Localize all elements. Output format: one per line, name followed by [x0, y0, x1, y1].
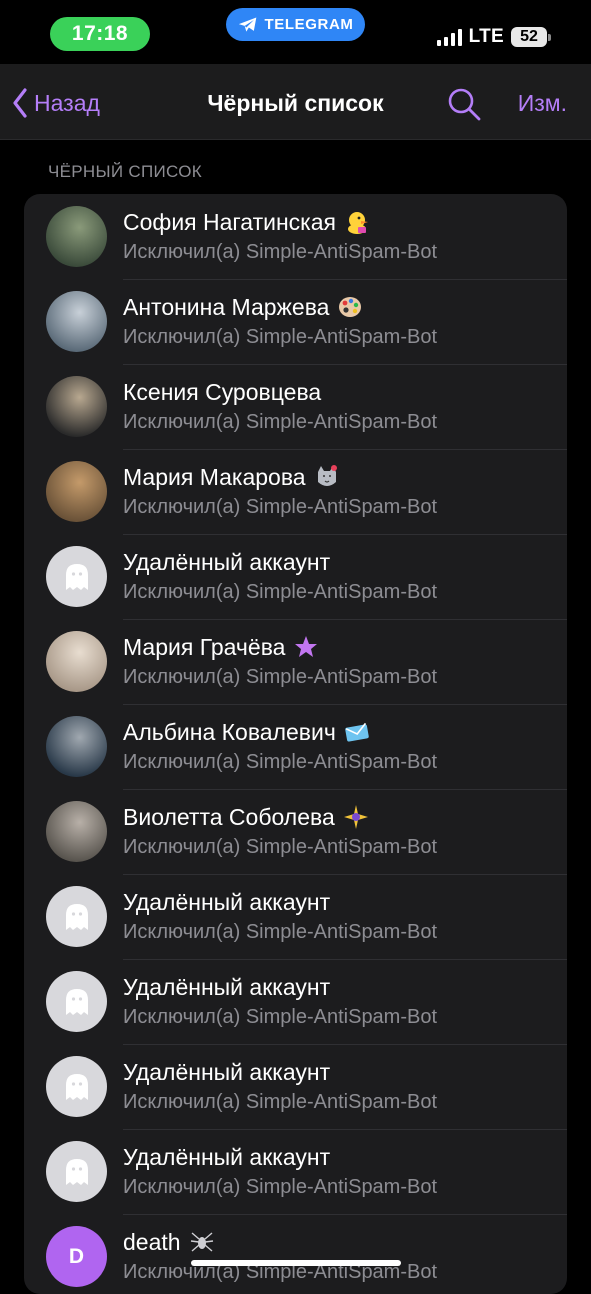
user-name: Удалённый аккаунт: [123, 547, 557, 577]
blocked-user-row[interactable]: Ксения Суровцева Исключил(а) Simple-AntiS…: [24, 364, 567, 449]
user-name-text: death: [123, 1228, 181, 1255]
ghost-icon: [65, 563, 88, 590]
nav-bar: Назад Чёрный список Изм.: [0, 64, 591, 140]
user-name: Ксения Суровцева: [123, 377, 557, 407]
battery-level: 52: [511, 27, 547, 47]
duck-icon: [344, 209, 370, 235]
search-button[interactable]: [446, 86, 482, 122]
user-name: Виолетта Соболева: [123, 802, 557, 832]
user-name-text: София Нагатинская: [123, 208, 336, 235]
deleted-account-avatar: [46, 971, 107, 1032]
avatar-photo: [46, 461, 107, 522]
signal-icon: [436, 28, 462, 46]
ghost-icon: [65, 1158, 88, 1185]
ghost-icon: [65, 988, 88, 1015]
sparkle-icon: [343, 804, 369, 830]
blocked-user-row[interactable]: Удалённый аккаунт Исключил(а) Simple-Anti…: [24, 959, 567, 1044]
user-name-text: Виолетта Соболева: [123, 803, 335, 830]
avatar-photo: [46, 206, 107, 267]
status-time: 17:18: [50, 17, 150, 51]
avatar-photo: [46, 716, 107, 777]
user-name-text: Удалённый аккаунт: [123, 1058, 331, 1085]
blocked-user-row[interactable]: Мария Грачёва Исключил(а) Simple-AntiSpam…: [24, 619, 567, 704]
telegram-icon: [238, 17, 256, 32]
user-name: Удалённый аккаунт: [123, 887, 557, 917]
user-name: Мария Макарова: [123, 462, 557, 492]
blocked-user-row[interactable]: Удалённый аккаунт Исключил(а) Simple-Anti…: [24, 1129, 567, 1214]
star-icon: [293, 634, 319, 660]
blocked-list: София Нагатинская Исключил(а) Simple-Anti…: [24, 194, 567, 1294]
avatar-photo: [46, 801, 107, 862]
removed-by-label: Исключил(а) Simple-AntiSpam-Bot: [123, 1006, 438, 1028]
deleted-account-avatar: [46, 1141, 107, 1202]
removed-by-label: Исключил(а) Simple-AntiSpam-Bot: [123, 581, 438, 603]
blocked-user-row[interactable]: Удалённый аккаунт Исключил(а) Simple-Anti…: [24, 1044, 567, 1129]
deleted-account-avatar: [46, 1056, 107, 1117]
back-button[interactable]: Назад: [12, 86, 100, 120]
user-name: София Нагатинская: [123, 207, 557, 237]
telegram-pill[interactable]: TELEGRAM: [226, 8, 365, 41]
home-indicator[interactable]: [191, 1260, 401, 1266]
ghost-icon: [65, 903, 88, 930]
cat-icon: [314, 464, 340, 490]
blocked-user-row[interactable]: Альбина Ковалевич Исключил(а) Simple-Anti…: [24, 704, 567, 789]
user-name: Удалённый аккаунт: [123, 1057, 557, 1087]
search-icon: [448, 88, 481, 121]
status-bar: 17:18 TELEGRAM LTE 52: [0, 0, 591, 64]
removed-by-label: Исключил(а) Simple-AntiSpam-Bot: [123, 751, 438, 773]
deleted-account-avatar: [46, 886, 107, 947]
user-name: Альбина Ковалевич: [123, 717, 557, 747]
blocked-user-row[interactable]: Мария Макарова Исключил(а) Simple-AntiSpa…: [24, 449, 567, 534]
user-name-text: Удалённый аккаунт: [123, 548, 331, 575]
chevron-left-icon: [13, 88, 27, 118]
section-header: ЧЁРНЫЙ СПИСОК: [48, 162, 202, 181]
avatar-photo: [46, 291, 107, 352]
removed-by-label: Исключил(а) Simple-AntiSpam-Bot: [123, 836, 438, 858]
user-name: death: [123, 1227, 557, 1257]
user-name-text: Альбина Ковалевич: [123, 718, 336, 745]
blocked-user-row[interactable]: Антонина Маржева Исключил(а) Simple-AntiS…: [24, 279, 567, 364]
back-label: Назад: [34, 89, 100, 116]
removed-by-label: Исключил(а) Simple-AntiSpam-Bot: [123, 921, 438, 943]
user-name-text: Удалённый аккаунт: [123, 888, 331, 915]
network-label: LTE: [468, 26, 504, 47]
user-name-text: Мария Грачёва: [123, 633, 286, 660]
user-name-text: Удалённый аккаунт: [123, 1143, 331, 1170]
blocked-user-row[interactable]: Ddeath Исключил(а) Simple-AntiSpam-Bot: [24, 1214, 567, 1294]
user-name-text: Ксения Суровцева: [123, 378, 322, 405]
user-name-text: Антонина Маржева: [123, 293, 330, 320]
user-name: Мария Грачёва: [123, 632, 557, 662]
blocked-user-row[interactable]: София Нагатинская Исключил(а) Simple-Anti…: [24, 194, 567, 279]
removed-by-label: Исключил(а) Simple-AntiSpam-Bot: [123, 1176, 438, 1198]
battery-icon: 52: [511, 27, 551, 47]
letter-avatar: D: [46, 1226, 107, 1287]
blocked-user-row[interactable]: Удалённый аккаунт Исключил(а) Simple-Anti…: [24, 534, 567, 619]
palette-icon: [337, 294, 363, 320]
avatar-letter: D: [68, 1244, 85, 1268]
removed-by-label: Исключил(а) Simple-AntiSpam-Bot: [123, 1091, 438, 1113]
edit-button[interactable]: Изм.: [518, 90, 567, 117]
ghost-icon: [65, 1073, 88, 1100]
user-name-text: Удалённый аккаунт: [123, 973, 331, 1000]
removed-by-label: Исключил(а) Simple-AntiSpam-Bot: [123, 666, 438, 688]
avatar-photo: [46, 376, 107, 437]
deleted-account-avatar: [46, 546, 107, 607]
user-name: Удалённый аккаунт: [123, 1142, 557, 1172]
removed-by-label: Исключил(а) Simple-AntiSpam-Bot: [123, 496, 438, 518]
removed-by-label: Исключил(а) Simple-AntiSpam-Bot: [123, 241, 438, 263]
removed-by-label: Исключил(а) Simple-AntiSpam-Bot: [123, 326, 438, 348]
user-name-text: Мария Макарова: [123, 463, 306, 490]
avatar-photo: [46, 631, 107, 692]
user-name: Антонина Маржева: [123, 292, 557, 322]
blocked-user-row[interactable]: Виолетта Соболева Исключил(а) Simple-Anti…: [24, 789, 567, 874]
spider-icon: [189, 1229, 215, 1255]
telegram-pill-label: TELEGRAM: [264, 16, 354, 33]
user-name: Удалённый аккаунт: [123, 972, 557, 1002]
status-indicators: LTE 52: [436, 26, 551, 48]
envelope-icon: [344, 719, 370, 745]
blocked-user-row[interactable]: Удалённый аккаунт Исключил(а) Simple-Anti…: [24, 874, 567, 959]
removed-by-label: Исключил(а) Simple-AntiSpam-Bot: [123, 411, 438, 433]
